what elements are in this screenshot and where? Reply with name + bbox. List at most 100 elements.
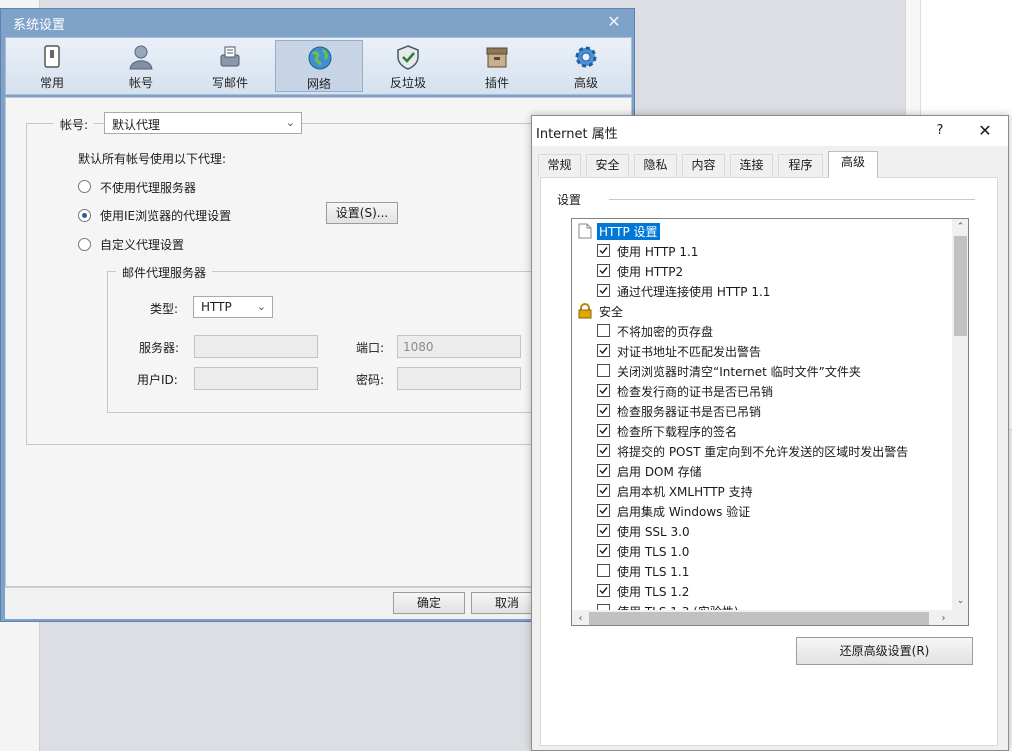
settings-category[interactable]: HTTP 设置 (572, 221, 947, 241)
account-select[interactable]: 默认代理 ⌄ (104, 112, 302, 134)
checkbox[interactable] (597, 324, 610, 337)
tab-label: 反垃圾 (389, 76, 426, 90)
option-label: 启用 DOM 存储 (617, 465, 702, 479)
option-label: 不将加密的页存盘 (617, 325, 714, 339)
advanced-icon (575, 46, 597, 68)
settings-option[interactable]: 对证书地址不匹配发出警告 (572, 341, 947, 361)
checkbox[interactable] (597, 364, 610, 377)
port-field[interactable]: 1080 (397, 335, 521, 358)
checkbox[interactable] (597, 444, 610, 457)
tab-antispam[interactable]: 反垃圾 (364, 40, 452, 92)
scrollbar-thumb[interactable] (589, 612, 929, 625)
tab-connections[interactable]: 连接 (730, 154, 773, 177)
password-field[interactable] (397, 367, 521, 390)
settings-category[interactable]: 安全 (572, 301, 947, 321)
settings-option[interactable]: 使用 TLS 1.1 (572, 561, 947, 581)
internet-properties-titlebar[interactable]: Internet 属性 ? ✕ (532, 116, 1008, 146)
vertical-scrollbar[interactable]: ⌃ ⌄ (952, 219, 968, 610)
settings-option[interactable]: 检查发行商的证书是否已吊销 (572, 381, 947, 401)
tab-label: 高级 (573, 76, 598, 90)
settings-option[interactable]: 检查服务器证书是否已吊销 (572, 401, 947, 421)
system-settings-titlebar[interactable]: 系统设置 ✕ (1, 9, 634, 35)
close-icon[interactable]: ✕ (972, 120, 998, 142)
scroll-down-icon[interactable]: ⌄ (952, 593, 968, 610)
option-label: 关闭浏览器时清空“Internet 临时文件”文件夹 (617, 365, 861, 379)
settings-option[interactable]: 将提交的 POST 重定向到不允许发送的区域时发出警告 (572, 441, 947, 461)
tab-privacy[interactable]: 隐私 (634, 154, 677, 177)
checkbox[interactable] (597, 424, 610, 437)
radio-no-proxy-label[interactable]: 不使用代理服务器 (100, 179, 196, 196)
close-icon[interactable]: ✕ (604, 12, 624, 32)
category-label: 安全 (599, 305, 624, 319)
restore-advanced-settings-button[interactable]: 还原高级设置(R) (796, 637, 973, 665)
advanced-settings-list[interactable]: HTTP 设置使用 HTTP 1.1 使用 HTTP2 通过代理连接使用 HTTP … (571, 218, 969, 626)
checkbox[interactable] (597, 244, 610, 257)
tab-general[interactable]: 常规 (538, 154, 581, 177)
checkbox[interactable] (597, 264, 610, 277)
settings-option[interactable]: 使用 HTTP2 (572, 261, 947, 281)
checkbox[interactable] (597, 504, 610, 517)
radio-no-proxy[interactable] (78, 180, 91, 193)
tab-advanced[interactable]: 高级 (828, 151, 878, 178)
tab-label: 插件 (484, 76, 509, 90)
proxy-type-select[interactable]: HTTP ⌄ (193, 296, 273, 318)
scrollbar-thumb[interactable] (954, 236, 967, 336)
tab-network[interactable]: 网络 (275, 40, 363, 92)
tab-content[interactable]: 内容 (682, 154, 725, 177)
lock-icon (578, 303, 592, 319)
tab-plugins[interactable]: 插件 (453, 40, 541, 92)
checkbox[interactable] (597, 484, 610, 497)
settings-option[interactable]: 检查所下载程序的签名 (572, 421, 947, 441)
user-id-field[interactable] (194, 367, 318, 390)
radio-custom-proxy[interactable] (78, 238, 91, 251)
tab-account[interactable]: 帐号 (97, 40, 185, 92)
scroll-left-icon[interactable]: ‹ (572, 610, 589, 625)
antispam-icon (397, 45, 419, 70)
tab-general[interactable]: 常用 (8, 40, 96, 92)
radio-ie-proxy-label[interactable]: 使用IE浏览器的代理设置 (100, 207, 231, 224)
scroll-right-icon[interactable]: › (935, 610, 952, 625)
tab-label: 常用 (39, 76, 64, 90)
settings-option[interactable]: 使用 HTTP 1.1 (572, 241, 947, 261)
proxy-settings-button[interactable]: 设置(S)... (326, 202, 398, 224)
tab-security[interactable]: 安全 (586, 154, 629, 177)
tab-programs[interactable]: 程序 (778, 154, 823, 177)
chevron-down-icon: ⌄ (256, 300, 266, 313)
network-icon (308, 46, 332, 70)
checkbox[interactable] (597, 344, 610, 357)
checkbox[interactable] (597, 384, 610, 397)
compose-icon (220, 46, 240, 67)
checkbox[interactable] (597, 544, 610, 557)
settings-option[interactable]: 使用 TLS 1.0 (572, 541, 947, 561)
user-id-label: 用户ID: (137, 373, 178, 387)
option-label: 检查所下载程序的签名 (617, 425, 738, 439)
ok-button[interactable]: 确定 (393, 592, 465, 614)
checkbox[interactable] (597, 404, 610, 417)
settings-option[interactable]: 关闭浏览器时清空“Internet 临时文件”文件夹 (572, 361, 947, 381)
option-label: 检查服务器证书是否已吊销 (617, 405, 762, 419)
checkbox[interactable] (597, 464, 610, 477)
settings-option[interactable]: 不将加密的页存盘 (572, 321, 947, 341)
password-label: 密码: (356, 373, 385, 387)
settings-option[interactable]: 通过代理连接使用 HTTP 1.1 (572, 281, 947, 301)
tab-advanced[interactable]: 高级 (542, 40, 630, 92)
settings-option[interactable]: 使用 SSL 3.0 (572, 521, 947, 541)
checkbox[interactable] (597, 584, 610, 597)
tab-compose[interactable]: 写邮件 (186, 40, 274, 92)
server-label: 服务器: (139, 341, 180, 355)
radio-ie-proxy[interactable] (78, 209, 91, 222)
option-label: 使用 HTTP 1.1 (617, 245, 699, 259)
horizontal-scrollbar[interactable]: ‹ › (572, 610, 952, 625)
checkbox[interactable] (597, 524, 610, 537)
server-field[interactable] (194, 335, 318, 358)
option-label: 使用 TLS 1.0 (617, 545, 690, 559)
help-icon[interactable]: ? (930, 120, 950, 142)
scroll-up-icon[interactable]: ⌃ (952, 219, 968, 236)
checkbox[interactable] (597, 564, 610, 577)
radio-custom-proxy-label[interactable]: 自定义代理设置 (100, 236, 184, 253)
settings-option[interactable]: 使用 TLS 1.2 (572, 581, 947, 601)
settings-option[interactable]: 启用 DOM 存储 (572, 461, 947, 481)
checkbox[interactable] (597, 284, 610, 297)
settings-option[interactable]: 启用集成 Windows 验证 (572, 501, 947, 521)
settings-option[interactable]: 启用本机 XMLHTTP 支持 (572, 481, 947, 501)
